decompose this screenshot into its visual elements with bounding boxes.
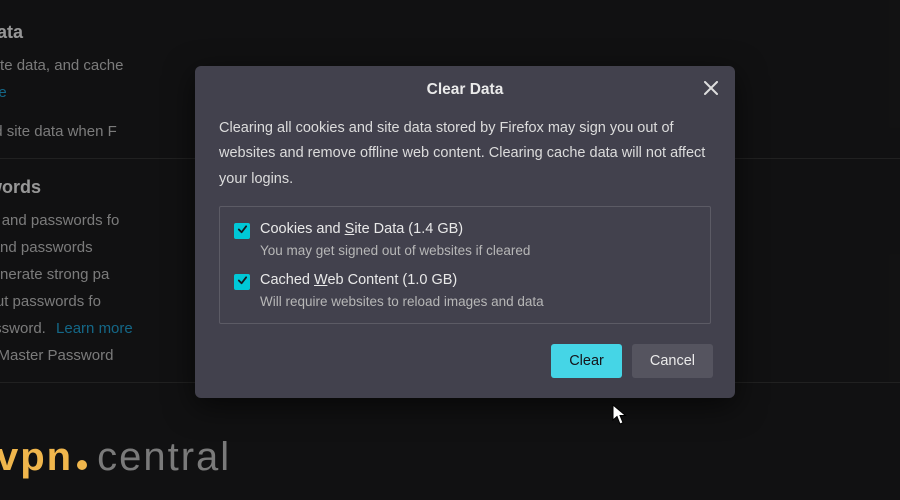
options-group: Cookies and Site Data (1.4 GB) You may g… — [219, 206, 711, 324]
clear-button[interactable]: Clear — [551, 344, 622, 378]
dialog-header: Clear Data — [195, 66, 735, 114]
checkbox-cookies[interactable] — [234, 223, 250, 239]
option-cached-web-content: Cached Web Content (1.0 GB) Will require… — [234, 272, 696, 309]
dialog-body: Clearing all cookies and site data store… — [195, 114, 735, 330]
checkmark-icon — [237, 223, 248, 239]
close-icon — [704, 81, 718, 99]
dialog-title: Clear Data — [427, 81, 504, 99]
dialog-footer: Clear Cancel — [195, 330, 735, 394]
option-cookies-label[interactable]: Cookies and Site Data (1.4 GB) — [260, 221, 463, 237]
close-button[interactable] — [697, 76, 725, 104]
checkmark-icon — [237, 274, 248, 290]
option-cookies-site-data: Cookies and Site Data (1.4 GB) You may g… — [234, 221, 696, 258]
option-cache-desc: Will require websites to reload images a… — [260, 294, 696, 309]
option-cookies-desc: You may get signed out of websites if cl… — [260, 243, 696, 258]
cancel-button[interactable]: Cancel — [632, 344, 713, 378]
clear-data-dialog: Clear Data Clearing all cookies and site… — [195, 66, 735, 398]
checkbox-cache[interactable] — [234, 274, 250, 290]
option-cache-label[interactable]: Cached Web Content (1.0 GB) — [260, 272, 457, 288]
dialog-description: Clearing all cookies and site data store… — [219, 116, 711, 192]
